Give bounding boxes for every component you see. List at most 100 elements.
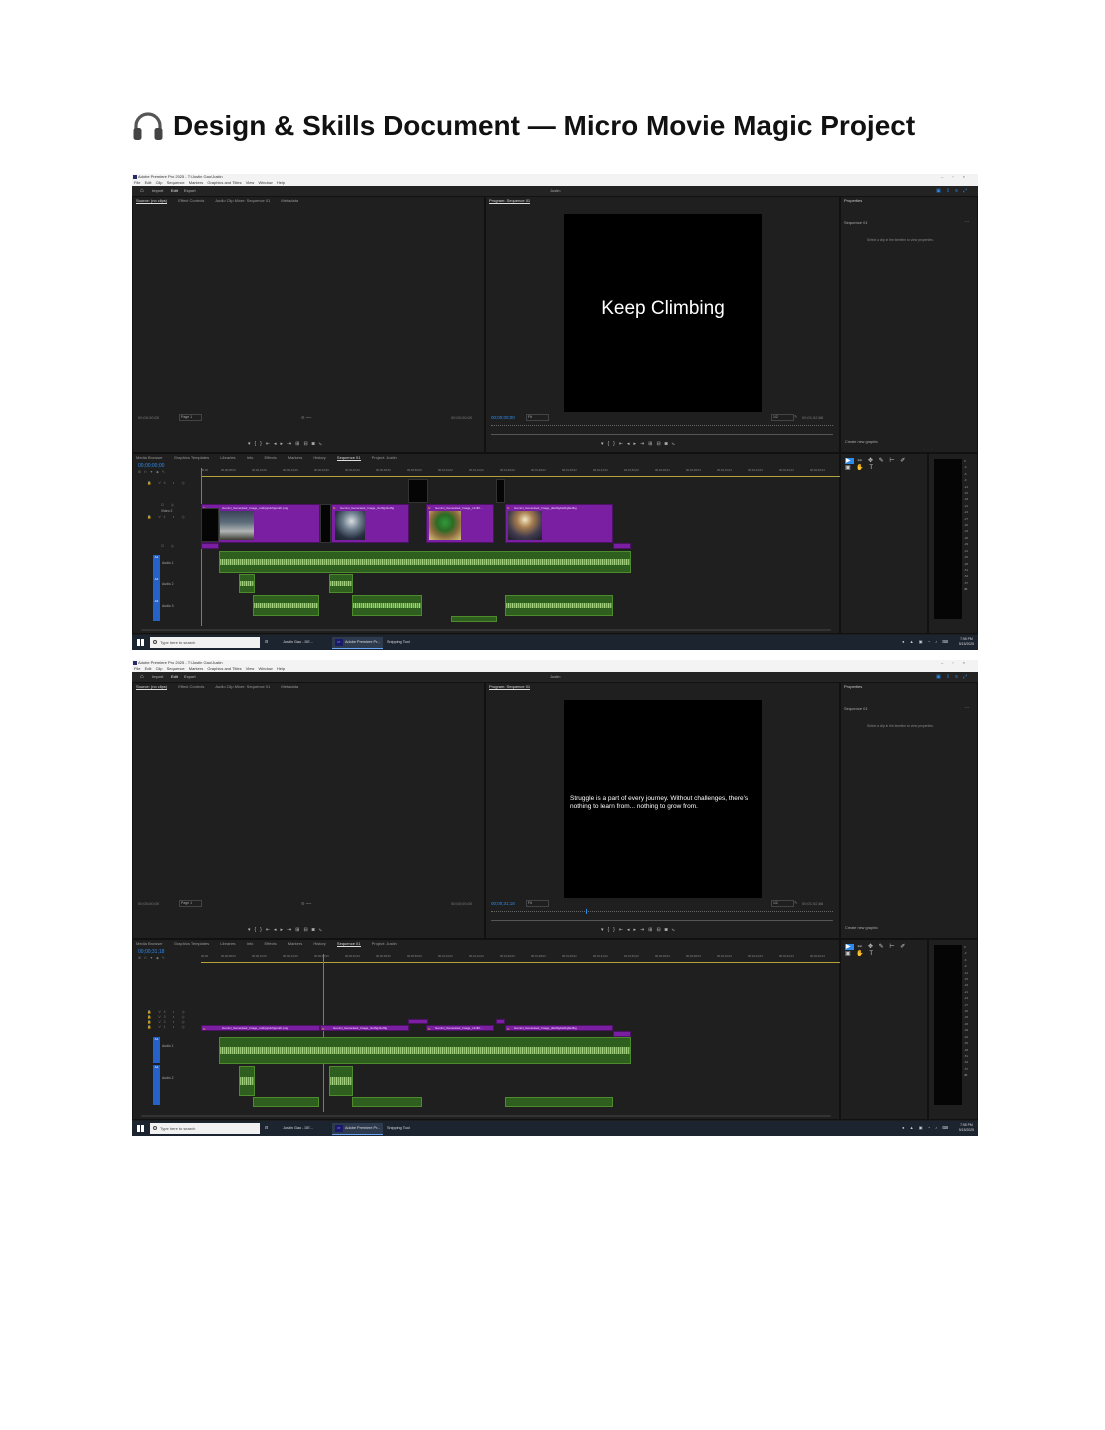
program-ruler[interactable] — [491, 425, 833, 429]
title-clip[interactable] — [496, 1019, 505, 1024]
tab-effects[interactable]: Effects — [264, 941, 276, 946]
source-transport-controls[interactable]: ▾{}⇤◂▸⇥⊞⊟◙⤷ — [248, 927, 325, 933]
tab-effects[interactable]: Effects — [264, 455, 276, 460]
video-clip[interactable]: fx Gemini_Generated_Image_c1vfl0... — [426, 1025, 494, 1031]
video-clip[interactable]: fx Gemini_Generated_Image_t1uffig41uffig — [320, 1025, 409, 1031]
track-header-v4[interactable]: 🔒 V4 ◐ ◎ — [147, 1010, 188, 1014]
wrench-icon[interactable]: ✎ — [794, 414, 797, 419]
workspace-icons[interactable]: ▣⇪≡⤢ — [936, 186, 972, 196]
video-clip[interactable]: fx Gemini_Generated_Image_xxkhjqxxkhjqxx… — [201, 1025, 320, 1031]
track-target-a2[interactable]: A2 — [153, 577, 160, 599]
black-clip[interactable] — [201, 508, 219, 542]
program-fit-select[interactable]: Fit — [526, 900, 549, 907]
track-header-v2[interactable]: 🔒 V1 ◐ ◎ — [147, 515, 188, 519]
program-transport-controls[interactable]: ▾{}⇤◂▸⇥⊞⊟◙⤷ — [601, 441, 678, 447]
program-timecode[interactable]: 00;00;31;18 — [491, 901, 515, 906]
source-settings-icons[interactable]: ⚙ ⬳ — [301, 415, 311, 420]
home-icon[interactable]: ⌂ — [140, 186, 144, 196]
program-scrollbar[interactable] — [491, 920, 833, 921]
program-ruler[interactable] — [491, 911, 833, 915]
track-target-a1[interactable]: A1 — [153, 1037, 160, 1063]
taskbar-clock[interactable]: 7:55 PM 5/15/2025 — [959, 1123, 974, 1133]
track-header-v1[interactable]: ⊡ ◎ — [161, 544, 177, 548]
work-area-bar[interactable] — [201, 476, 841, 477]
track-target-a3[interactable]: A3 — [153, 599, 160, 621]
timeline-toolbar-icons[interactable]: ⊞⊓▼◆✎ — [138, 470, 168, 474]
playhead[interactable] — [323, 954, 324, 1112]
source-page-select[interactable]: Page 1 — [179, 900, 202, 907]
taskbar-item-chrome[interactable]: Justin Gao - DE... — [280, 637, 316, 648]
tab-libraries[interactable]: Libraries — [220, 455, 235, 460]
menu-edit[interactable]: Edit — [145, 180, 152, 185]
menu-help[interactable]: Help — [277, 180, 285, 185]
black-clip[interactable] — [320, 504, 331, 543]
video-clip-sub[interactable] — [201, 543, 219, 549]
timeline-timecode[interactable]: 00;00;31;18 — [138, 949, 164, 955]
tab-source[interactable]: Source: (no clips) — [136, 198, 168, 204]
menu-markers[interactable]: Markers — [189, 666, 203, 671]
create-graphic-button[interactable]: Create new graphic — [845, 926, 878, 930]
timeline-timecode[interactable]: 00;00;00;00 — [138, 463, 164, 469]
video-clip[interactable]: fx Gemini_Generated_Image_t1uffig41uffig — [331, 504, 409, 543]
video-clip-sub[interactable] — [613, 543, 631, 549]
source-settings-icons[interactable]: ⚙ ⬳ — [301, 901, 311, 906]
video-clip[interactable]: fx Gemini_Generated_Image_j9e0bg9e0bg9e0… — [505, 1025, 613, 1031]
taskbar-item-chrome[interactable]: Justin Gao - DE... — [280, 1123, 316, 1134]
taskbar-search[interactable]: Type here to search — [150, 1123, 260, 1134]
track-target-a2[interactable]: A2 — [153, 1065, 160, 1105]
taskbar-item-premiere[interactable]: Pr Adobe Premiere Pr... — [332, 1123, 384, 1135]
menu-view[interactable]: View — [246, 180, 255, 185]
track-header-v4[interactable]: 🔒 V4 ◐ ◎ — [147, 481, 188, 485]
tab-history[interactable]: History — [313, 941, 325, 946]
task-view-icon[interactable]: ⊟ — [262, 1123, 271, 1134]
tool-icons[interactable]: ▶ ⇿ ✥ ✎ ⊢ ✐ ▣ ✋ T — [845, 943, 907, 957]
home-icon[interactable]: ⌂ — [140, 672, 144, 682]
program-resolution-select[interactable]: 1/2 — [771, 414, 794, 421]
track-header-v1[interactable]: 🔒 V1 ◐ ◎ — [147, 1025, 188, 1029]
menu-clip[interactable]: Clip — [156, 180, 163, 185]
wrench-icon[interactable]: ✎ — [794, 900, 797, 905]
program-transport-controls[interactable]: ▾{}⇤◂▸⇥⊞⊟◙⤷ — [601, 927, 678, 933]
timeline-toolbar-icons[interactable]: ⊞⊓▼◆✎ — [138, 956, 168, 960]
audio-clip[interactable] — [329, 1066, 353, 1096]
windows-start-icon[interactable] — [137, 639, 144, 646]
menu-file[interactable]: File — [134, 180, 140, 185]
taskbar-clock[interactable]: 7:55 PM 5/15/2025 — [959, 637, 974, 647]
taskbar-item-premiere[interactable]: Pr Adobe Premiere Pr... — [332, 637, 384, 649]
video-clip[interactable]: fx Gemini_Generated_Image_c1vfl0... — [426, 504, 494, 543]
audio-clip-voiceover[interactable] — [253, 1097, 319, 1107]
program-fit-select[interactable]: Fit — [526, 414, 549, 421]
source-transport-controls[interactable]: ▾{}⇤◂▸⇥⊞⊟◙⤷ — [248, 441, 325, 447]
source-timecode[interactable]: 00;00;00;00 — [138, 901, 159, 906]
audio-clip-voiceover[interactable] — [352, 1097, 422, 1107]
menu-markers[interactable]: Markers — [189, 180, 203, 185]
create-graphic-button[interactable]: Create new graphic — [845, 440, 878, 444]
menu-help[interactable]: Help — [277, 666, 285, 671]
menu-file[interactable]: File — [134, 666, 140, 671]
tab-audio-clip-mixer[interactable]: Audio Clip Mixer: Sequence 01 — [215, 684, 270, 689]
more-options-icon[interactable]: ··· — [965, 219, 969, 224]
system-tray-icons[interactable]: ● ▲ ▣ ◔ ♪ ⌨ — [902, 639, 950, 644]
audio-clip[interactable] — [451, 616, 497, 622]
menu-graphics[interactable]: Graphics and Titles — [207, 180, 241, 185]
timeline-horizontal-scrollbar[interactable] — [141, 1115, 831, 1117]
tab-graphics-templates[interactable]: Graphics Templates — [174, 941, 209, 946]
tab-metadata[interactable]: Metadata — [281, 198, 298, 203]
audio-clip[interactable] — [329, 574, 353, 593]
track-target-a1[interactable]: A1 — [153, 555, 160, 577]
track-header-v3[interactable]: ⊡ ◎ — [161, 503, 177, 507]
menu-clip[interactable]: Clip — [156, 666, 163, 671]
tab-audio-clip-mixer[interactable]: Audio Clip Mixer: Sequence 01 — [215, 198, 270, 203]
tab-metadata[interactable]: Metadata — [281, 684, 298, 689]
tab-sequence-01[interactable]: Sequence 01 — [336, 455, 361, 461]
program-timecode[interactable]: 00;00;00;00 — [491, 415, 515, 420]
title-clip[interactable] — [496, 479, 505, 503]
tab-history[interactable]: History — [313, 455, 325, 460]
tab-project[interactable]: Project: Justin — [372, 941, 397, 946]
tab-import[interactable]: Import — [152, 672, 163, 682]
source-page-select[interactable]: Page 1 — [179, 414, 202, 421]
timeline-horizontal-scrollbar[interactable] — [141, 629, 831, 631]
tab-source[interactable]: Source: (no clips) — [136, 684, 168, 690]
workspace-icons[interactable]: ▣⇪≡⤢ — [936, 672, 972, 682]
tab-import[interactable]: Import — [152, 186, 163, 196]
